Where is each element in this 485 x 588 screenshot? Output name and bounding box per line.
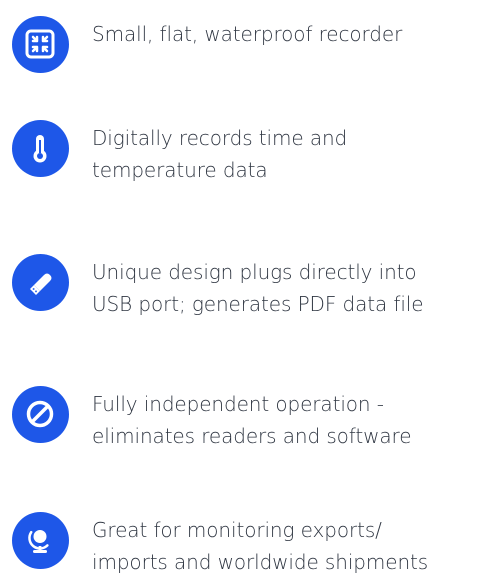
feature-text-line: USB port; generates PDF data file [92, 292, 424, 316]
feature-text: Great for monitoring exports/ imports an… [92, 514, 478, 578]
feature-text-line: Small, flat, waterproof recorder [92, 22, 403, 46]
feature-icon-wrap [8, 116, 72, 180]
feature-text: Unique design plugs directly into USB po… [92, 256, 478, 320]
feature-text-line: imports and worldwide shipments [92, 550, 429, 574]
feature-item: Great for monitoring exports/ imports an… [8, 508, 478, 582]
feature-item: Unique design plugs directly into USB po… [8, 250, 478, 324]
feature-text-line: Great for monitoring exports/ [92, 518, 382, 542]
feature-text-line: eliminates readers and software [92, 424, 412, 448]
thermometer-icon [11, 119, 69, 177]
ban-icon [11, 385, 69, 443]
feature-icon-wrap [8, 382, 72, 446]
globe-icon [11, 511, 69, 569]
feature-text: Digitally records time and temperature d… [92, 122, 478, 186]
feature-text-line: Fully independent operation - [92, 392, 384, 416]
feature-item: Fully independent operation - eliminates… [8, 382, 478, 456]
feature-text-line: Unique design plugs directly into [92, 260, 417, 284]
feature-icon-wrap [8, 508, 72, 572]
feature-list: Small, flat, waterproof recorder Digital… [0, 0, 485, 588]
feature-text-line: temperature data [92, 158, 268, 182]
compress-icon [11, 15, 69, 73]
feature-icon-wrap [8, 250, 72, 314]
feature-item: Digitally records time and temperature d… [8, 116, 478, 190]
feature-icon-wrap [8, 12, 72, 76]
feature-text: Fully independent operation - eliminates… [92, 388, 478, 452]
usb-drive-icon [11, 253, 69, 311]
feature-item: Small, flat, waterproof recorder [8, 12, 478, 86]
feature-text-line: Digitally records time and [92, 126, 348, 150]
feature-text: Small, flat, waterproof recorder [92, 18, 478, 50]
